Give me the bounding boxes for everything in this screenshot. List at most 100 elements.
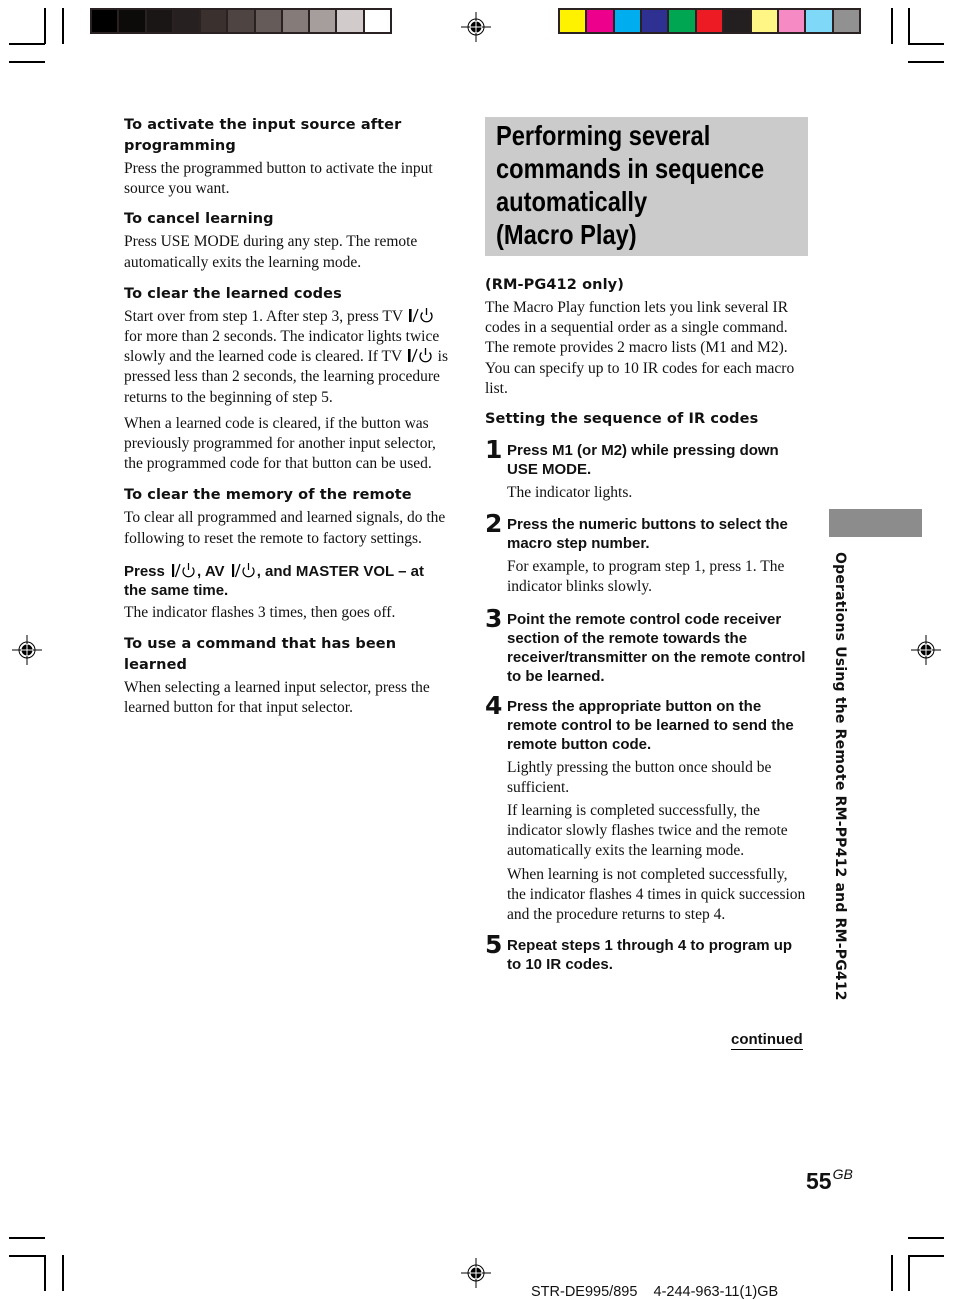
step-4: 4 Press the appropriate button on the re… (485, 691, 810, 926)
color-swatch (614, 10, 641, 32)
step-instruction: Press the numeric buttons to select the … (507, 516, 788, 553)
step-instruction: Press M1 (or M2) while pressing down USE… (507, 442, 779, 479)
paragraph: When a learned code is cleared, if the b… (124, 414, 436, 473)
paragraph: The indicator flashes 3 times, then goes… (124, 603, 396, 621)
color-swatch (255, 10, 281, 32)
crop-mark (44, 1255, 46, 1291)
step-note: For example, to program step 1, press 1.… (507, 558, 785, 596)
subheading: Setting the sequence of IR codes (485, 411, 759, 428)
instruction: Press , AV , and MASTER VOL – at the sam… (124, 562, 449, 600)
crop-mark (908, 61, 944, 63)
color-swatch (228, 10, 254, 32)
crop-mark (62, 8, 64, 44)
color-swatch (173, 10, 200, 32)
color-swatch (751, 10, 777, 32)
paragraph: Start over from step 1. After step 3, pr… (124, 307, 449, 408)
step-2: 2 Press the numeric buttons to select th… (485, 509, 810, 597)
step-1: 1 Press M1 (or M2) while pressing down U… (485, 435, 810, 503)
step-3: 3 Point the remote control code receiver… (485, 604, 810, 686)
crop-mark (44, 8, 46, 44)
registration-mark-icon (12, 635, 42, 665)
crop-mark (891, 1255, 893, 1291)
color-swatch (833, 10, 859, 32)
crop-mark (891, 8, 893, 44)
color-calibration-bar (558, 8, 861, 34)
page-number-value: 55 (806, 1168, 832, 1194)
title-line: commands in sequence (496, 153, 765, 184)
color-swatch (696, 10, 723, 32)
section-heading: To cancel learning (124, 211, 274, 228)
registration-mark-icon (911, 635, 941, 665)
section-heading: To clear the learned codes (124, 285, 342, 302)
color-swatch (364, 10, 390, 32)
chapter-tab (829, 509, 922, 537)
crop-mark (9, 43, 45, 45)
model-note: (RM-PG412 only) (485, 277, 624, 293)
color-swatch (778, 10, 805, 32)
color-swatch (669, 10, 695, 32)
title-line: Performing several (496, 120, 711, 151)
step-note: Lightly pressing the button once should … (507, 758, 772, 796)
step-number: 5 (485, 930, 503, 960)
color-swatch (560, 10, 586, 32)
crop-mark (908, 8, 910, 44)
paragraph: To clear all programmed and learned sign… (124, 509, 446, 547)
step-note: When learning is not completed successfu… (507, 865, 806, 924)
step-5: 5 Repeat steps 1 through 4 to program up… (485, 930, 810, 974)
page-number: 55GB (806, 1166, 853, 1195)
step-note: The indicator lights. (507, 484, 633, 502)
text-run: Start over from step 1. After step 3, pr… (124, 307, 407, 325)
color-swatch (587, 10, 613, 32)
left-column: To activate the input source after progr… (124, 115, 449, 718)
section-heading: To use a command that has been learned (124, 636, 397, 674)
crop-mark (62, 1255, 64, 1291)
text-run: for more than 2 seconds. The indicator l… (124, 328, 440, 366)
color-swatch (806, 10, 832, 32)
power-standby-icon (172, 562, 195, 578)
color-swatch (92, 10, 118, 32)
text-run: Press (124, 562, 170, 580)
step-instruction: Press the appropriate button on the remo… (507, 697, 794, 753)
color-swatch (310, 10, 336, 32)
crop-mark (908, 1255, 910, 1291)
page-number-suffix: GB (832, 1166, 853, 1182)
document-code: STR-DE995/895 4-244-963-11(1)GB (531, 1284, 779, 1300)
chapter-title: Operations Using the Remote RM-PP412 and… (832, 552, 848, 1001)
color-swatch (146, 10, 172, 32)
step-note: If learning is completed successfully, t… (507, 802, 788, 860)
section-title-box: Performing several commands in sequence … (485, 117, 808, 256)
step-instruction: Repeat steps 1 through 4 to program up t… (507, 937, 793, 974)
paragraph: Press USE MODE during any step. The remo… (124, 233, 418, 271)
color-swatch (724, 10, 750, 32)
right-column: (RM-PG412 only) The Macro Play function … (485, 275, 810, 974)
paragraph: Press the programmed button to activate … (124, 160, 433, 198)
registration-mark-icon (461, 1258, 491, 1288)
crop-mark (908, 43, 944, 45)
color-swatch (282, 10, 309, 32)
text-run: , AV (197, 562, 229, 580)
crop-mark (9, 61, 45, 63)
crop-mark (9, 1237, 45, 1239)
crop-mark (908, 1255, 944, 1257)
section-heading: To clear the memory of the remote (124, 487, 412, 504)
power-standby-icon (408, 307, 433, 323)
color-swatch (201, 10, 227, 32)
section-title: Performing several commands in sequence … (496, 119, 764, 251)
step-instruction: Point the remote control code receiver s… (507, 610, 806, 685)
grayscale-calibration-bar (90, 8, 392, 34)
color-swatch (642, 10, 668, 32)
crop-mark (908, 1237, 944, 1239)
step-number: 4 (485, 690, 503, 720)
continued-label: continued (731, 1031, 803, 1050)
title-line: automatically (496, 186, 648, 217)
crop-mark (9, 1255, 45, 1257)
color-swatch (337, 10, 363, 32)
power-standby-icon (231, 562, 255, 578)
step-number: 1 (485, 435, 503, 465)
paragraph: When selecting a learned input selector,… (124, 679, 430, 717)
step-number: 3 (485, 603, 503, 633)
color-swatch (119, 10, 145, 32)
power-standby-icon (407, 348, 432, 363)
registration-mark-icon (461, 12, 491, 42)
title-line: (Macro Play) (496, 219, 637, 250)
